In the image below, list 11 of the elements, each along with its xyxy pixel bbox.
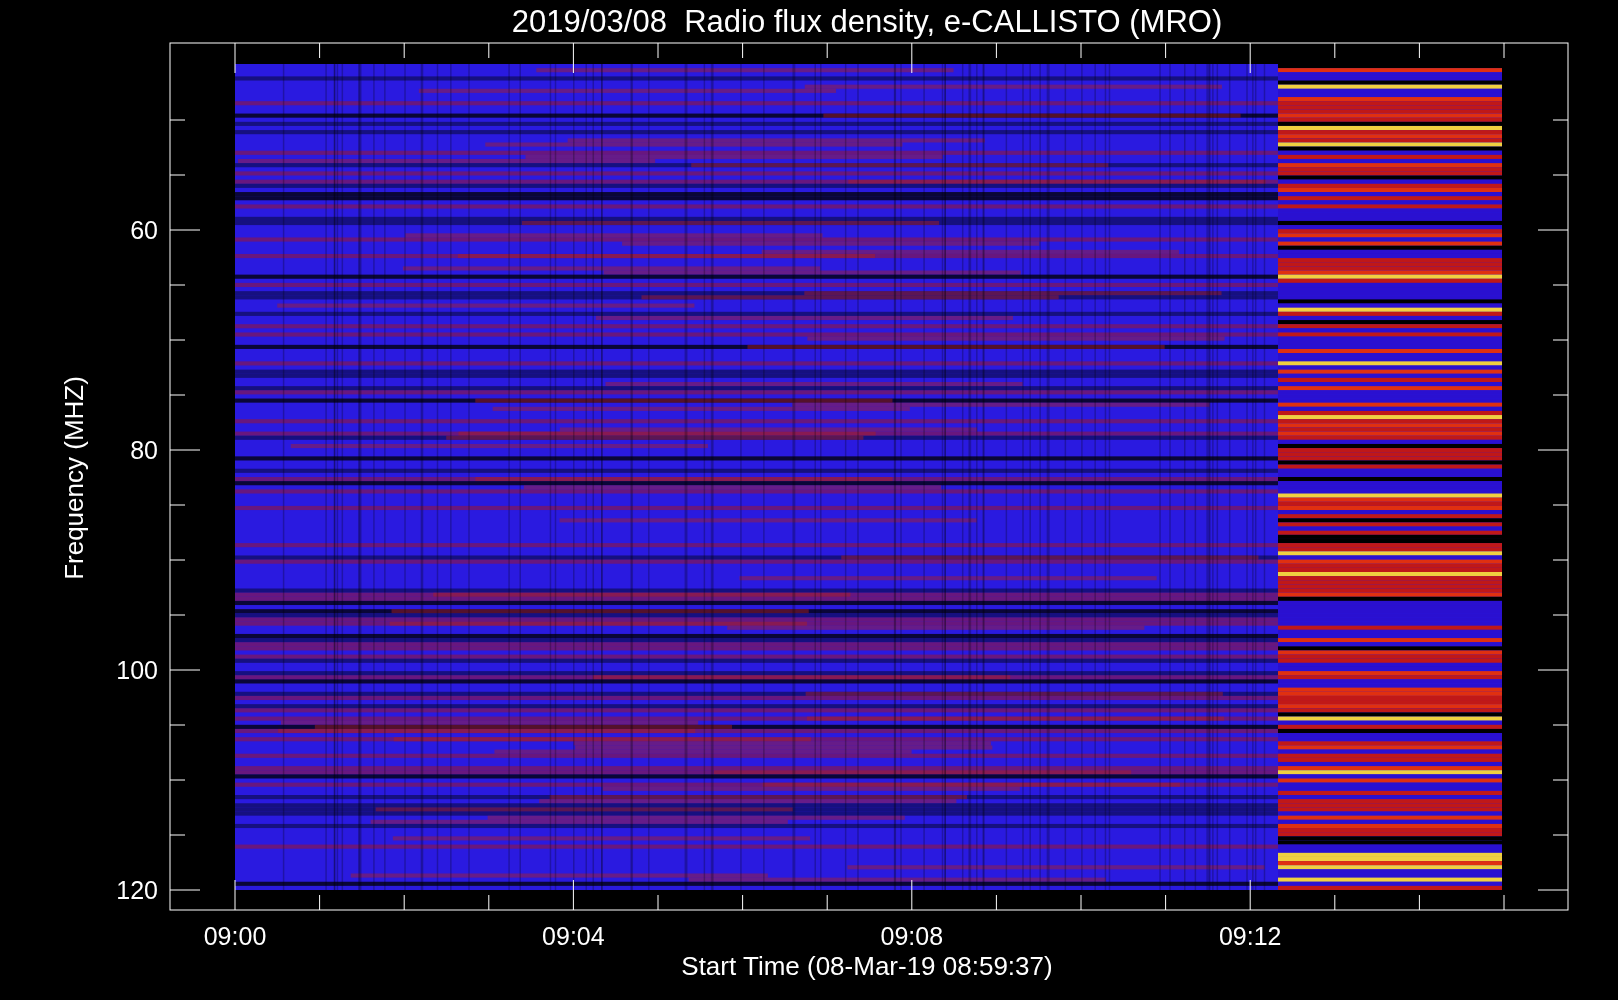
tick-label: 100 <box>116 656 158 684</box>
tick-label: 09:12 <box>1218 922 1282 950</box>
axis-title: Frequency (MHZ) <box>59 376 89 580</box>
tick-label: 60 <box>130 216 158 244</box>
tick-label: 120 <box>116 876 158 904</box>
tick-label: 80 <box>130 436 158 464</box>
axis-title: Start Time (08-Mar-19 08:59:37) <box>681 951 1053 981</box>
tick-label: 09:04 <box>542 922 605 950</box>
chart-title: 2019/03/08 Radio flux density, e-CALLISTO (MRO) <box>511 4 1223 39</box>
tick-label: 09:08 <box>880 922 944 950</box>
tick-label: 09:00 <box>203 922 267 950</box>
